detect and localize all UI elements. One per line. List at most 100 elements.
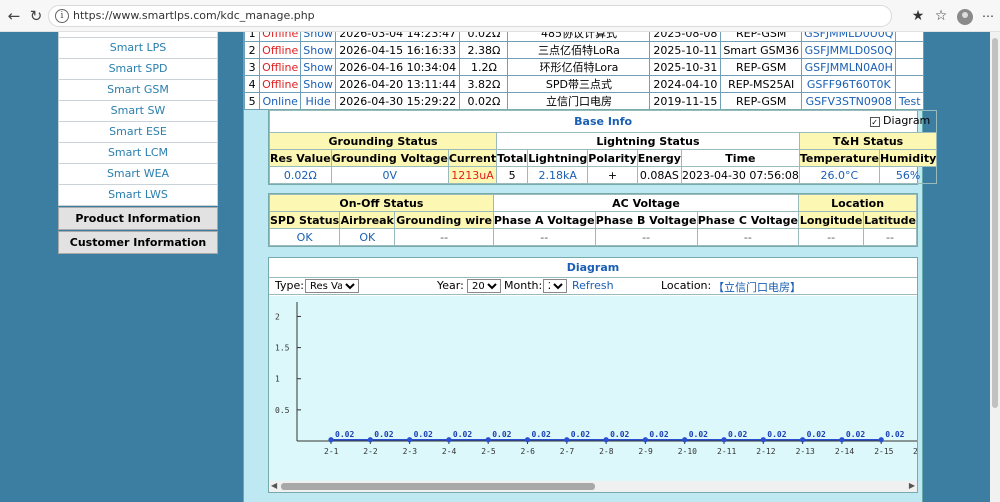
value-cell: -- <box>594 228 698 246</box>
year-select[interactable]: 2026 <box>467 279 501 293</box>
diagram-controls: Type: Res Value Year: 2026 Month: 2 Refr… <box>269 278 917 295</box>
device-extra-link[interactable] <box>895 32 924 42</box>
device-res-cell: 1.2Ω <box>459 58 509 76</box>
device-time-cell: 2026-04-15 16:16:33 <box>334 41 461 59</box>
device-date-cell: 2024-04-10 <box>649 75 722 93</box>
device-toggle-link[interactable]: Show <box>300 75 336 93</box>
x-tick-label: 2-2 <box>363 447 378 456</box>
data-point <box>524 437 531 443</box>
device-status-cell: Offline <box>259 58 302 76</box>
device-toggle-link[interactable]: Show <box>300 32 336 42</box>
page-body: Smart LPS Smart SPD Smart GSM Smart SW Smart… <box>0 32 990 502</box>
device-sn-link[interactable]: GSFF96T60T0K <box>801 75 897 93</box>
profile-avatar[interactable] <box>957 9 973 25</box>
address-bar[interactable]: i https://www.smartlps.com/kdc_manage.ph… <box>48 5 892 27</box>
device-name-cell: 三点亿佰特LoRa <box>507 41 651 59</box>
device-sn-link[interactable]: GSFJMMLN0A0H <box>801 58 897 76</box>
favorite-star-icon[interactable]: ★ <box>908 6 928 26</box>
more-menu-icon[interactable]: ⋯ <box>978 6 998 26</box>
menu-item[interactable]: Smart LWS <box>58 185 218 206</box>
device-extra-link[interactable] <box>895 75 924 93</box>
diagram-toggle[interactable]: ✓ Diagram <box>869 114 931 127</box>
device-extra-link[interactable] <box>895 58 924 76</box>
column-header: Latitude <box>863 211 917 229</box>
chart-area: 0.5 1 1.5 2 2-1 2-2 2-3 2-4 2-5 2-6 2-7 2-8 2-9 2-10 2… <box>269 296 918 481</box>
device-date-cell: 2025-10-11 <box>649 41 722 59</box>
device-sn-link[interactable]: GSFJMMLD0U0Q <box>801 32 897 42</box>
device-sn-link[interactable]: GSFJMMLD0S0Q <box>801 41 897 59</box>
base-info-panel: Base Info ✓ Diagram Grounding Status Lig… <box>268 109 938 185</box>
scroll-left-icon[interactable]: ◀ <box>271 481 277 490</box>
device-toggle-link[interactable]: Hide <box>300 92 336 110</box>
x-tick-label: 2-14 <box>835 447 854 456</box>
column-header: Airbreak <box>339 211 396 229</box>
y-tick-label: 1 <box>275 375 280 384</box>
diagram-checkbox-label: Diagram <box>883 114 931 127</box>
value-cell: + <box>587 166 638 184</box>
device-no-cell: 1 <box>243 32 261 42</box>
device-time-cell: 2026-03-04 14:23:47 <box>334 32 461 42</box>
month-label: Month: <box>504 279 543 292</box>
value-cell: OK <box>268 228 341 246</box>
device-toggle-link[interactable]: Show <box>300 41 336 59</box>
device-name-cell: 485协议计算式 <box>507 32 651 42</box>
location-value: 【立信门口电房】 <box>713 281 801 294</box>
menu-item[interactable]: Smart LCM <box>58 143 218 164</box>
device-extra-link[interactable] <box>895 41 924 59</box>
horizontal-scrollbar[interactable]: ◀ ▶ <box>269 481 917 492</box>
menu-item[interactable]: Smart WEA <box>58 164 218 185</box>
device-extra-link[interactable]: Test <box>895 92 924 110</box>
menu-item[interactable]: Smart LPS <box>58 38 218 59</box>
device-no-cell: 5 <box>243 92 261 110</box>
diagram-panel: Diagram Type: Res Value Year: 2026 Month… <box>268 257 918 493</box>
device-name-cell: 环形亿佰特Lora <box>507 58 651 76</box>
x-tick-label: 2-9 <box>638 447 653 456</box>
back-icon[interactable]: ← <box>4 6 24 26</box>
column-header: Polarity <box>587 149 638 167</box>
device-res-cell: 2.38Ω <box>459 41 509 59</box>
device-status-cell: Offline <box>259 75 302 93</box>
menu-item[interactable]: Smart GSM <box>58 80 218 101</box>
data-point <box>642 437 648 443</box>
column-header: SPD Status <box>268 211 341 229</box>
data-point <box>760 437 766 443</box>
value-cell: -- <box>863 228 917 246</box>
value-cell: OK <box>339 228 396 246</box>
device-time-cell: 2026-04-30 15:29:22 <box>334 92 461 110</box>
reload-icon[interactable]: ↻ <box>26 6 46 26</box>
device-no-cell: 3 <box>243 58 261 76</box>
menu-item[interactable]: Smart SPD <box>58 59 218 80</box>
column-header: Grounding wire <box>394 211 494 229</box>
page-scrollbar[interactable] <box>990 32 1000 502</box>
device-date-cell: 2025-10-31 <box>649 58 722 76</box>
data-label: 0.02 <box>453 430 472 439</box>
device-date-cell: 2019-11-15 <box>649 92 722 110</box>
device-toggle-link[interactable]: Show <box>300 58 336 76</box>
th-status-header: T&H Status <box>798 132 938 150</box>
column-header: Phase C Voltage <box>696 211 800 229</box>
device-sn-link[interactable]: GSFV3STN0908 <box>801 92 897 110</box>
menu-item[interactable]: Smart ESE <box>58 122 218 143</box>
base-info-title: Base Info ✓ Diagram <box>268 110 938 133</box>
customer-information-button[interactable]: Customer Information <box>58 231 218 254</box>
data-label: 0.02 <box>885 430 904 439</box>
device-date-cell: 2025-08-08 <box>649 32 722 42</box>
checkbox-checked-icon[interactable]: ✓ <box>869 117 880 127</box>
product-information-button[interactable]: Product Information <box>58 207 218 230</box>
url-text[interactable]: https://www.smartlps.com/kdc_manage.php <box>73 9 315 22</box>
value-cell: 0.02Ω <box>269 166 332 184</box>
menu-item[interactable]: Smart SW <box>58 101 218 122</box>
data-point <box>878 437 884 443</box>
favorites-list-icon[interactable]: ☆ <box>931 6 951 26</box>
column-header: Phase B Voltage <box>594 211 698 229</box>
refresh-link[interactable]: Refresh <box>572 279 614 292</box>
scroll-right-icon[interactable]: ▶ <box>909 481 915 490</box>
page-scroll-thumb[interactable] <box>992 38 998 408</box>
data-label: 0.02 <box>767 430 786 439</box>
site-info-icon[interactable]: i <box>55 9 69 23</box>
month-select[interactable]: 2 <box>543 279 567 293</box>
type-select[interactable]: Res Value <box>305 279 359 293</box>
horizontal-scroll-thumb[interactable] <box>281 483 595 490</box>
device-res-cell: 0.02Ω <box>459 92 509 110</box>
data-label: 0.02 <box>649 430 668 439</box>
